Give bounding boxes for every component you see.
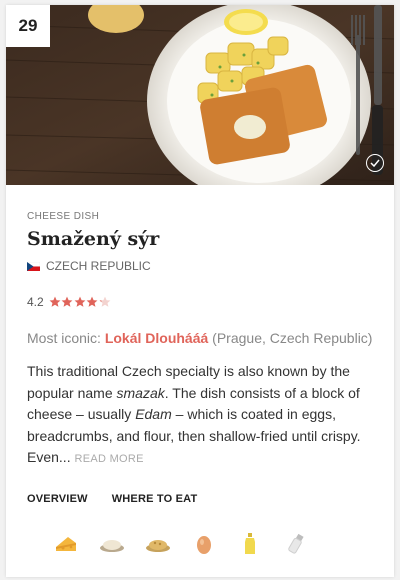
dish-card[interactable]: 29 CHEESE DISH Smažený sýr CZECH REPUBLI… [6, 5, 394, 577]
czech-flag-icon [27, 261, 40, 271]
dish-category: CHEESE DISH [27, 211, 100, 222]
most-iconic-prefix: Most iconic: [27, 330, 105, 346]
breadcrumbs-icon[interactable] [145, 531, 171, 557]
star-icon [61, 296, 73, 307]
oil-icon[interactable] [237, 531, 263, 557]
dish-description: This traditional Czech specialty is also… [27, 361, 373, 471]
rank-badge: 29 [6, 5, 50, 47]
rating-stars [49, 296, 112, 308]
ingredient-icons [6, 531, 394, 557]
dish-photo-illustration [6, 5, 394, 185]
most-iconic-location: (Prague, Czech Republic) [208, 330, 373, 346]
egg-icon[interactable] [191, 531, 217, 557]
read-more-link[interactable]: READ MORE [74, 453, 143, 465]
country-label: CZECH REPUBLIC [46, 259, 151, 273]
cheese-icon[interactable] [53, 531, 79, 557]
tab-where-to-eat[interactable]: WHERE TO EAT [112, 493, 198, 505]
flour-icon[interactable] [99, 531, 125, 557]
rating: 4.2 [27, 295, 373, 309]
dish-country[interactable]: CZECH REPUBLIC [27, 259, 373, 273]
checkmark-icon[interactable] [366, 154, 384, 172]
description-emphasis: Edam [135, 406, 172, 422]
dish-photo[interactable]: 29 [6, 5, 394, 185]
description-emphasis: smazak [116, 384, 165, 401]
most-iconic: Most iconic: Lokál Dlouhááá (Prague, Cze… [27, 328, 373, 348]
dish-title[interactable]: Smažený sýr [27, 228, 373, 250]
tab-overview[interactable]: OVERVIEW [27, 493, 88, 505]
most-iconic-place-link[interactable]: Lokál Dlouhááá [105, 330, 208, 346]
star-icon [99, 296, 111, 307]
salt-icon[interactable] [283, 531, 309, 557]
star-icon [74, 296, 86, 307]
star-icon [86, 296, 98, 307]
rating-value: 4.2 [27, 295, 44, 309]
card-tabs: OVERVIEW WHERE TO EAT [27, 493, 373, 505]
star-icon [49, 296, 61, 307]
